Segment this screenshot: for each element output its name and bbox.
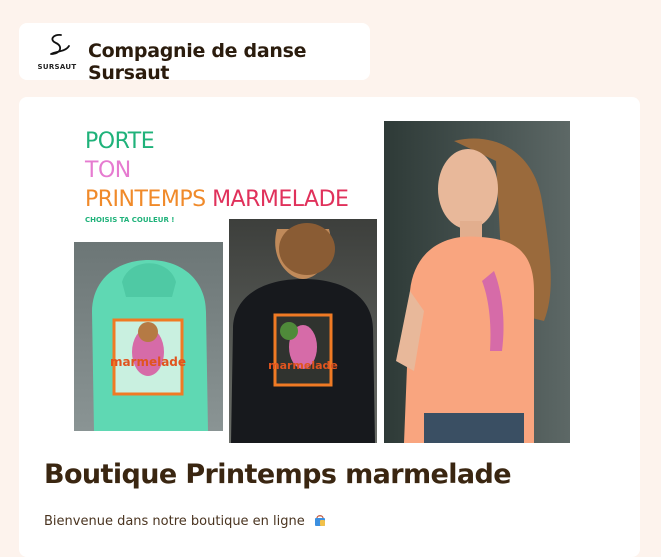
slogan-line-3a: PRINTEMPS — [85, 187, 206, 212]
welcome-label: Bienvenue dans notre boutique en ligne — [44, 514, 305, 529]
svg-text:marmelade: marmelade — [110, 355, 186, 369]
shopping-bag-icon — [313, 513, 327, 531]
slogan-line-1: PORTE — [85, 129, 155, 154]
svg-text:marmelade: marmelade — [268, 359, 338, 372]
logo-text: SURSAUT — [37, 63, 77, 71]
header-card: SURSAUT Compagnie de danse Sursaut — [19, 23, 370, 84]
welcome-text: Bienvenue dans notre boutique en ligne — [44, 513, 327, 531]
black-hoodie-photo: marmelade — [229, 219, 377, 443]
slogan-line-2: TON — [85, 158, 131, 183]
sursaut-logo-icon[interactable]: SURSAUT — [37, 32, 77, 74]
org-name[interactable]: Compagnie de danse Sursaut — [88, 40, 370, 84]
banner-slogan: PORTE TON PRINTEMPS MARMELADE — [85, 127, 349, 214]
mint-hoodie-photo: marmelade — [74, 242, 223, 431]
page-title: Boutique Printemps marmelade — [44, 459, 512, 490]
peach-tshirt-photo — [384, 121, 570, 443]
banner-image: PORTE TON PRINTEMPS MARMELADE CHOISIS TA… — [74, 121, 570, 443]
banner-tagline: CHOISIS TA COULEUR ! — [85, 216, 175, 224]
slogan-line-3b: MARMELADE — [212, 187, 349, 212]
main-card: PORTE TON PRINTEMPS MARMELADE CHOISIS TA… — [19, 97, 640, 557]
